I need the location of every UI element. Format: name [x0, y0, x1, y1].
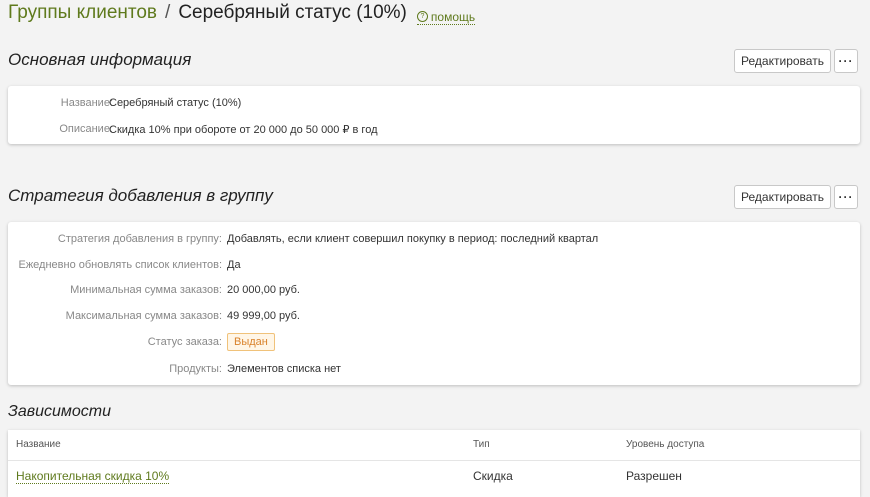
field-label: Продукты: — [169, 363, 222, 375]
strategy-more-button[interactable]: ··· — [834, 185, 858, 209]
field-label: Статус заказа: — [147, 336, 222, 348]
column-header-access: Уровень доступа — [626, 439, 705, 450]
field-value: Серебряный статус (10%) — [109, 97, 242, 109]
field-label: Минимальная сумма заказов: — [70, 284, 222, 296]
field-value: 49 999,00 руб. — [227, 310, 300, 322]
strategy-edit-button[interactable]: Редактировать — [734, 185, 831, 209]
field-label: Название: — [60, 97, 113, 109]
column-header-type: Тип — [473, 439, 490, 450]
strategy-card: Стратегия добавления в группу: Добавлять… — [8, 222, 860, 385]
dependency-name-link[interactable]: Накопительная скидка 10% — [16, 469, 170, 484]
field-label: Максимальная сумма заказов: — [65, 310, 222, 322]
dependency-access: Разрешен — [626, 469, 682, 483]
table-divider — [8, 460, 860, 461]
field-value: Добавлять, если клиент совершил покупку … — [227, 233, 599, 245]
breadcrumb-separator: / — [165, 2, 171, 23]
dependencies-table: Название Тип Уровень доступа Накопительн… — [8, 430, 860, 497]
column-header-name: Название — [16, 439, 61, 450]
dependency-type: Скидка — [473, 469, 513, 483]
field-label: Стратегия добавления в группу: — [57, 233, 222, 245]
field-label: Ежедневно обновлять список клиентов: — [18, 259, 222, 271]
basic-info-card: Название: Серебряный статус (10%) Описан… — [8, 86, 860, 144]
basic-info-edit-button[interactable]: Редактировать — [734, 49, 831, 73]
dependencies-title: Зависимости — [8, 403, 111, 420]
question-circle-icon: ? — [416, 11, 428, 22]
field-value: Скидка 10% при обороте от 20 000 до 50 0… — [109, 124, 378, 136]
field-value: 20 000,00 руб. — [227, 284, 300, 296]
help-label: помощь — [430, 9, 476, 24]
field-label: Описание: — [59, 123, 113, 135]
breadcrumb: Группы клиентов / Серебряный статус (10%… — [8, 2, 476, 28]
help-link[interactable]: ? помощь — [416, 9, 476, 25]
basic-info-title: Основная информация — [8, 50, 192, 69]
breadcrumb-parent-link[interactable]: Группы клиентов — [8, 2, 157, 24]
basic-info-more-button[interactable]: ··· — [834, 49, 858, 73]
field-value: Элементов списка нет — [227, 363, 341, 375]
field-value: Да — [227, 259, 241, 271]
strategy-title: Стратегия добавления в группу — [8, 186, 273, 205]
status-badge: Выдан — [227, 333, 275, 351]
page-title: Серебряный статус (10%) — [178, 2, 407, 23]
